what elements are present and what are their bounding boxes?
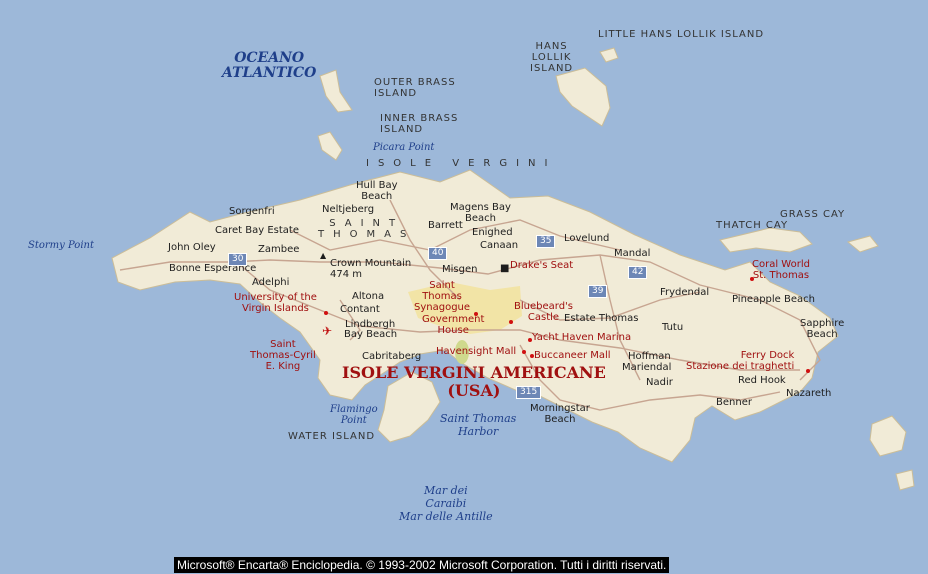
caribbean-sea-label: Mar dei Caraibi Mar delle Antille	[399, 484, 493, 523]
place-benner: Benner	[716, 397, 752, 408]
place-estate-thomas: Estate Thomas	[564, 313, 639, 324]
place-nadir: Nadir	[646, 377, 673, 388]
airport-label: Saint Thomas-Cyril E. King	[250, 339, 316, 372]
saint-thomas-harbor-label: Saint Thomas Harbor	[440, 412, 517, 438]
copyright-notice: Microsoft® Encarta® Enciclopedia. © 1993…	[174, 557, 670, 573]
ferry-dock-label: Ferry Dock Stazione dei traghetti	[686, 350, 795, 372]
place-contant: Contant	[340, 304, 380, 315]
route-35-shield: 35	[536, 235, 556, 248]
place-frydendal: Frydendal	[660, 287, 710, 298]
thatch-cay-label: THATCH CAY	[716, 220, 789, 231]
east-cay-3	[895, 469, 915, 491]
airport-icon: ✈	[322, 324, 333, 338]
drakes-seat-label: Drake's Seat	[510, 260, 574, 271]
buccaneer-mall-label: Buccaneer Mall	[534, 350, 611, 361]
coral-world-label: Coral World St. Thomas	[752, 259, 810, 281]
place-enighed: Enighed	[472, 227, 513, 238]
inner-brass-label: INNER BRASS ISLAND	[380, 113, 459, 135]
place-caret-bay: Caret Bay Estate	[215, 225, 299, 236]
place-nazareth: Nazareth	[786, 388, 832, 399]
place-canaan: Canaan	[480, 240, 519, 251]
isole-vergini-label: ISOLE VERGINI	[366, 158, 557, 169]
yacht-haven-label: Yacht Haven Marina	[532, 332, 632, 343]
buccaneer-marker	[530, 354, 534, 358]
synagogue-label: Saint Thomas Synagogue	[414, 280, 471, 313]
government-house-label: Government House	[422, 314, 485, 336]
inner-brass-island	[317, 131, 343, 161]
little-hans-lollik	[599, 47, 619, 63]
route-40-shield: 40	[428, 247, 448, 260]
coral-world-marker	[750, 277, 754, 281]
hans-lollik-island	[555, 67, 611, 127]
place-red-hook: Red Hook	[738, 375, 786, 386]
drakes-seat-icon: ■	[500, 263, 510, 274]
bluebeards-castle-label: Bluebeard's Castle	[514, 301, 573, 323]
place-crown-mountain: Crown Mountain 474 m	[330, 258, 412, 280]
atlantic-ocean-label: OCEANO ATLANTICO	[222, 50, 317, 81]
place-neltjeberg: Neltjeberg	[322, 204, 375, 215]
east-cay-2	[846, 235, 879, 253]
mountain-peak-icon: ▲	[320, 251, 327, 260]
outer-brass-island	[319, 69, 353, 113]
map: OCEANO ATLANTICO Mar dei Caraibi Mar delle …	[0, 0, 928, 574]
place-pineapple-beach: Pineapple Beach	[732, 294, 815, 305]
yacht-haven-marker	[528, 338, 532, 342]
place-tutu: Tutu	[662, 322, 684, 333]
grass-cay-label: GRASS CAY	[780, 209, 846, 220]
place-misgen: Misgen	[442, 264, 478, 275]
havensight-mall-label: Havensight Mall	[436, 346, 517, 357]
place-hoffman: Hoffman	[628, 351, 671, 362]
stormy-point-label: Stormy Point	[28, 240, 94, 251]
picara-point-label: Picara Point	[373, 142, 435, 153]
place-sapphire-beach: Sapphire Beach	[800, 318, 845, 340]
place-sorgenfri: Sorgenfri	[229, 206, 275, 217]
university-label: University of the Virgin Islands	[234, 292, 317, 314]
place-hull-bay-beach: Hull Bay Beach	[356, 180, 398, 202]
place-bay-beach: Bay Beach	[344, 329, 398, 340]
place-lovelund: Lovelund	[564, 233, 610, 244]
flamingo-point-label: Flamingo Point	[330, 404, 378, 426]
place-mandal: Mandal	[614, 248, 651, 259]
havensight-marker	[522, 350, 526, 354]
map-title: ISOLE VERGINI AMERICANE (USA)	[342, 363, 606, 400]
ferry-dock-marker	[806, 369, 810, 373]
place-adelphi: Adelphi	[252, 277, 290, 288]
route-30-shield: 30	[228, 253, 248, 266]
route-39-shield: 39	[588, 285, 608, 298]
little-hans-lollik-label: LITTLE HANS LOLLIK ISLAND	[598, 29, 765, 40]
hans-lollik-label: HANS LOLLIK ISLAND	[530, 41, 574, 74]
place-john-oley: John Oley	[168, 242, 216, 253]
place-morningstar-beach: Morningstar Beach	[530, 403, 590, 425]
outer-brass-label: OUTER BRASS ISLAND	[374, 77, 456, 99]
route-42-shield: 42	[628, 266, 648, 279]
water-island-label: WATER ISLAND	[288, 431, 376, 442]
place-altona: Altona	[352, 291, 385, 302]
saint-thomas-label: SAINT THOMAS	[318, 218, 416, 240]
east-cay	[869, 415, 907, 457]
thatch-cay	[719, 227, 813, 253]
place-mariendal: Mariendal	[622, 362, 672, 373]
place-cabritaberg: Cabritaberg	[362, 351, 422, 362]
place-barrett: Barrett	[428, 220, 463, 231]
bluebeard-marker	[509, 320, 513, 324]
university-marker	[324, 311, 328, 315]
place-zambee: Zambee	[258, 244, 300, 255]
route-315-shield: 315	[516, 386, 542, 399]
synagogue-marker	[474, 312, 478, 316]
